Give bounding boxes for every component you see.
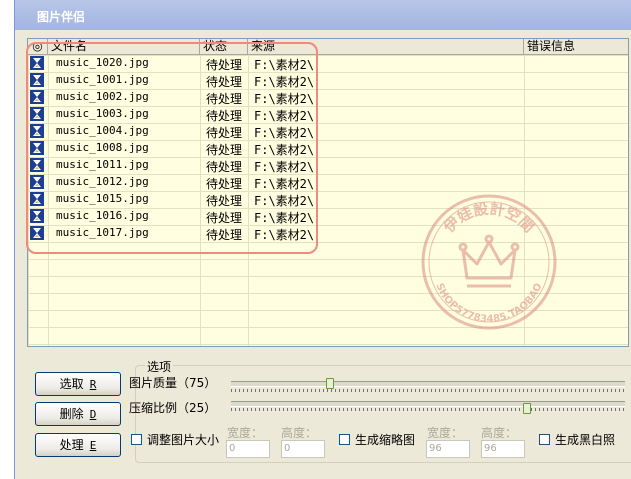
column-header-error[interactable]: 错误信息 — [524, 39, 628, 55]
file-status: 待处理 — [206, 228, 243, 242]
select-button-shortcut: R — [89, 378, 97, 391]
file-name: music_1020.jpg — [56, 56, 149, 69]
select-button[interactable]: 选取 R — [35, 372, 121, 396]
table-row[interactable]: music_1002.jpg 待处理 F:\素材2\ — [28, 89, 524, 106]
select-button-label: 选取 — [59, 377, 84, 391]
crown-icon — [458, 234, 520, 288]
file-status: 待处理 — [206, 126, 243, 140]
hourglass-icon — [30, 124, 44, 138]
quality-slider-ticks — [231, 389, 625, 392]
quality-slider[interactable] — [231, 381, 625, 387]
file-name: music_1003.jpg — [56, 107, 149, 120]
file-name: music_1008.jpg — [56, 141, 149, 154]
table-row[interactable]: music_1003.jpg 待处理 F:\素材2\ — [28, 106, 524, 123]
list-header: ◎ 文件名 状态 来源 错误信息 — [28, 39, 628, 55]
column-header-filename[interactable]: 文件名 — [48, 39, 200, 55]
table-row[interactable]: music_1008.jpg 待处理 F:\素材2\ — [28, 140, 524, 157]
file-source: F:\素材2\ — [254, 228, 315, 242]
file-status: 待处理 — [206, 211, 243, 225]
file-source: F:\素材2\ — [254, 75, 315, 89]
file-source: F:\素材2\ — [254, 92, 315, 106]
options-group-title: 选项 — [145, 358, 174, 375]
file-name: music_1011.jpg — [56, 158, 149, 171]
file-name: music_1012.jpg — [56, 175, 149, 188]
compression-slider-ticks — [231, 408, 625, 411]
thumbnail-width-field[interactable]: 96 — [426, 440, 470, 458]
file-status: 待处理 — [206, 160, 243, 174]
file-status: 待处理 — [206, 75, 243, 89]
compression-label: 压缩比例（25） — [129, 401, 217, 415]
hourglass-icon — [30, 73, 44, 87]
main-window: 图片伴侣 ◎ 文件名 状态 来源 错误信息 music_1020.jpg 待处理 F… — [14, 0, 631, 479]
compression-slider[interactable] — [231, 401, 625, 407]
thumbnail-label: 生成缩略图 — [355, 433, 416, 447]
process-button-label: 处理 — [59, 438, 84, 452]
process-button[interactable]: 处理 E — [35, 433, 121, 457]
quality-label: 图片质量（75） — [129, 376, 217, 390]
file-name: music_1002.jpg — [56, 90, 149, 103]
resize-height-label: 高度： — [281, 426, 318, 440]
file-source: F:\素材2\ — [254, 177, 315, 191]
file-status: 待处理 — [206, 194, 243, 208]
hourglass-icon — [30, 226, 44, 240]
file-source: F:\素材2\ — [254, 194, 315, 208]
table-row[interactable]: music_1004.jpg 待处理 F:\素材2\ — [28, 123, 524, 140]
thumbnail-height-label: 高度： — [481, 426, 518, 440]
column-header-source[interactable]: 来源 — [248, 39, 524, 55]
file-status: 待处理 — [206, 143, 243, 157]
delete-button-shortcut: D — [89, 408, 97, 421]
hourglass-icon — [30, 56, 44, 70]
title-bar: 图片伴侣 — [15, 0, 631, 30]
file-name: music_1004.jpg — [56, 124, 149, 137]
file-status: 待处理 — [206, 58, 243, 72]
process-button-shortcut: E — [89, 439, 97, 452]
file-source: F:\素材2\ — [254, 143, 315, 157]
file-name: music_1016.jpg — [56, 209, 149, 222]
watermark-bottom-text: SHOP57783485.TAOBAO — [433, 282, 544, 325]
file-status: 待处理 — [206, 177, 243, 191]
hourglass-icon — [30, 141, 44, 155]
resize-width-field[interactable]: 0 — [226, 440, 270, 458]
hourglass-icon — [30, 107, 44, 121]
compression-slider-thumb[interactable] — [522, 403, 531, 414]
delete-button[interactable]: 删除 D — [35, 402, 121, 426]
grayscale-checkbox[interactable] — [539, 434, 550, 445]
hourglass-icon — [30, 175, 44, 189]
thumbnail-height-field[interactable]: 96 — [481, 440, 525, 458]
thumbnail-checkbox[interactable] — [339, 434, 350, 445]
table-row[interactable]: music_1020.jpg 待处理 F:\素材2\ — [28, 55, 524, 72]
table-row[interactable]: music_1011.jpg 待处理 F:\素材2\ — [28, 157, 524, 174]
thumbnail-width-label: 宽度： — [427, 426, 464, 440]
table-row[interactable]: music_1012.jpg 待处理 F:\素材2\ — [28, 174, 524, 191]
hourglass-icon — [30, 192, 44, 206]
column-header-icon[interactable]: ◎ — [28, 39, 48, 55]
watermark-seal: 伊娃設計空間 SHOP57783485.TAOBAO — [421, 194, 557, 330]
file-source: F:\素材2\ — [254, 109, 315, 123]
file-source: F:\素材2\ — [254, 211, 315, 225]
hourglass-icon — [30, 158, 44, 172]
file-name: music_1001.jpg — [56, 73, 149, 86]
file-source: F:\素材2\ — [254, 126, 315, 140]
file-status: 待处理 — [206, 92, 243, 106]
file-source: F:\素材2\ — [254, 160, 315, 174]
file-name: music_1015.jpg — [56, 192, 149, 205]
hourglass-icon — [30, 209, 44, 223]
quality-slider-thumb[interactable] — [325, 378, 334, 389]
resize-height-field[interactable]: 0 — [281, 440, 325, 458]
resize-checkbox[interactable] — [131, 434, 142, 445]
resize-label: 调整图片大小 — [147, 433, 220, 447]
window-title: 图片伴侣 — [37, 10, 86, 24]
file-name: music_1017.jpg — [56, 226, 149, 239]
grayscale-label: 生成黑白照 — [555, 433, 616, 447]
resize-width-label: 宽度： — [227, 426, 264, 440]
hourglass-icon — [30, 90, 44, 104]
file-source: F:\素材2\ — [254, 58, 315, 72]
table-row[interactable]: music_1001.jpg 待处理 F:\素材2\ — [28, 72, 524, 89]
delete-button-label: 删除 — [59, 407, 84, 421]
file-status: 待处理 — [206, 109, 243, 123]
column-header-status[interactable]: 状态 — [200, 39, 248, 55]
